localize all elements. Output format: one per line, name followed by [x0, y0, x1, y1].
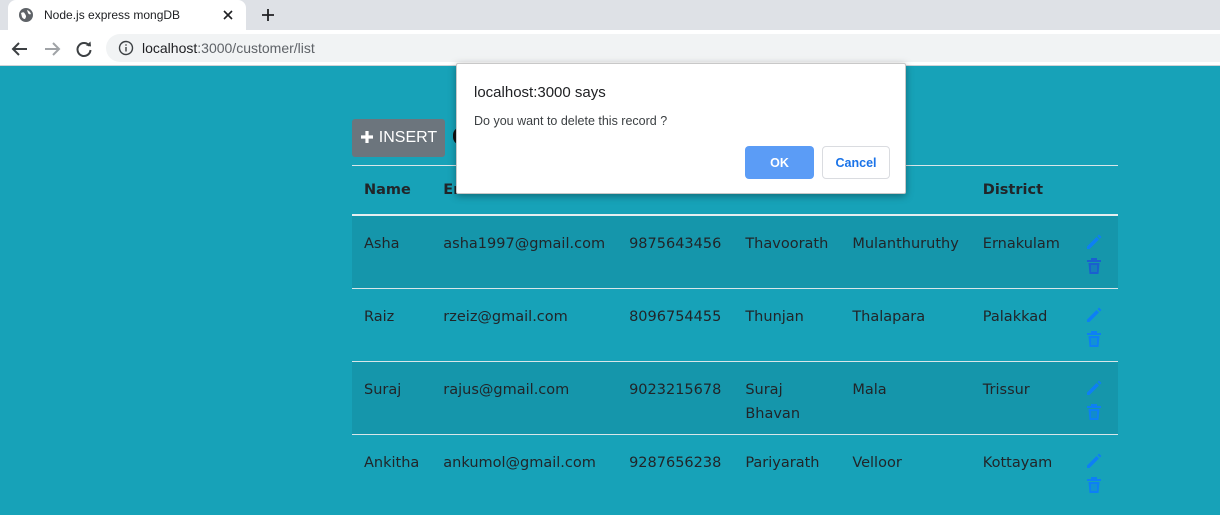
customer-table: Name Email Mobile House Place District A… — [352, 165, 1118, 507]
dialog-message: Do you want to delete this record ? — [474, 114, 668, 128]
cell-mobile: 9023215678 — [617, 360, 734, 434]
cancel-button[interactable]: Cancel — [822, 146, 890, 179]
new-tab-icon[interactable] — [258, 5, 278, 25]
pencil-icon[interactable] — [1084, 232, 1106, 254]
table-row: Raiz rzeiz@gmail.com 8096754455 Thunjan … — [352, 287, 1118, 361]
cell-name: Asha — [352, 214, 432, 288]
browser-toolbar: localhost:3000/customer/list — [0, 30, 1220, 66]
table-row: Suraj rajus@gmail.com 9023215678 Suraj B… — [352, 360, 1118, 434]
globe-icon — [18, 7, 34, 23]
cell-name: Raiz — [352, 287, 432, 361]
cell-house: Suraj Bhavan — [733, 360, 841, 434]
table-row: Asha asha1997@gmail.com 9875643456 Thavo… — [352, 214, 1118, 288]
cell-house: Pariyarath — [733, 433, 841, 507]
trash-icon[interactable] — [1084, 475, 1106, 497]
cell-name: Ankitha — [352, 433, 432, 507]
insert-label: INSERT — [378, 129, 438, 146]
cell-actions — [1071, 214, 1118, 288]
cell-district: Trissur — [970, 360, 1072, 434]
trash-icon[interactable] — [1084, 402, 1106, 424]
close-tab-icon[interactable] — [220, 7, 236, 23]
forward-arrow-icon[interactable] — [41, 38, 63, 60]
column-header-district: District — [970, 165, 1072, 216]
insert-button[interactable]: INSERT — [352, 119, 445, 157]
cell-house: Thunjan — [733, 287, 841, 361]
cell-actions — [1071, 287, 1118, 361]
cell-actions — [1071, 360, 1118, 434]
cell-actions — [1071, 433, 1118, 507]
cell-mobile: 9287656238 — [617, 433, 734, 507]
tab-title: Node.js express mongDB — [44, 8, 181, 22]
dialog-title: localhost:3000 says — [474, 84, 606, 101]
cell-mobile: 8096754455 — [617, 287, 734, 361]
back-arrow-icon[interactable] — [9, 38, 31, 60]
trash-icon[interactable] — [1084, 256, 1106, 278]
cell-place: Mulanthuruthy — [840, 214, 971, 288]
address-bar[interactable]: localhost:3000/customer/list — [106, 34, 1220, 62]
cell-district: Palakkad — [970, 287, 1072, 361]
cell-place: Thalapara — [840, 287, 971, 361]
url-text: localhost:3000/customer/list — [142, 40, 315, 56]
browser-tab-strip: Node.js express mongDB — [0, 0, 1220, 30]
pencil-icon[interactable] — [1084, 378, 1106, 400]
column-header-actions — [1071, 165, 1118, 216]
ok-button[interactable]: OK — [745, 146, 814, 179]
cell-email: rajus@gmail.com — [431, 360, 618, 434]
cell-email: asha1997@gmail.com — [431, 214, 618, 288]
url-host: localhost — [142, 40, 198, 56]
cell-mobile: 9875643456 — [617, 214, 734, 288]
cell-name: Suraj — [352, 360, 432, 434]
cell-district: Ernakulam — [970, 214, 1072, 288]
plus-icon — [360, 128, 374, 149]
browser-tab[interactable]: Node.js express mongDB — [8, 0, 246, 30]
cell-district: Kottayam — [970, 433, 1072, 507]
column-header-name: Name — [352, 165, 432, 216]
reload-icon[interactable] — [73, 38, 95, 60]
cell-place: Velloor — [840, 433, 971, 507]
url-path: :3000/customer/list — [197, 40, 315, 56]
cell-email: rzeiz@gmail.com — [431, 287, 618, 361]
pencil-icon[interactable] — [1084, 451, 1106, 473]
pencil-icon[interactable] — [1084, 305, 1106, 327]
info-icon[interactable] — [118, 40, 134, 56]
confirm-dialog: localhost:3000 says Do you want to delet… — [456, 63, 906, 194]
trash-icon[interactable] — [1084, 329, 1106, 351]
cell-place: Mala — [840, 360, 971, 434]
cell-house: Thavoorath — [733, 214, 841, 288]
cell-email: ankumol@gmail.com — [431, 433, 618, 507]
table-row: Ankitha ankumol@gmail.com 9287656238 Par… — [352, 433, 1118, 507]
